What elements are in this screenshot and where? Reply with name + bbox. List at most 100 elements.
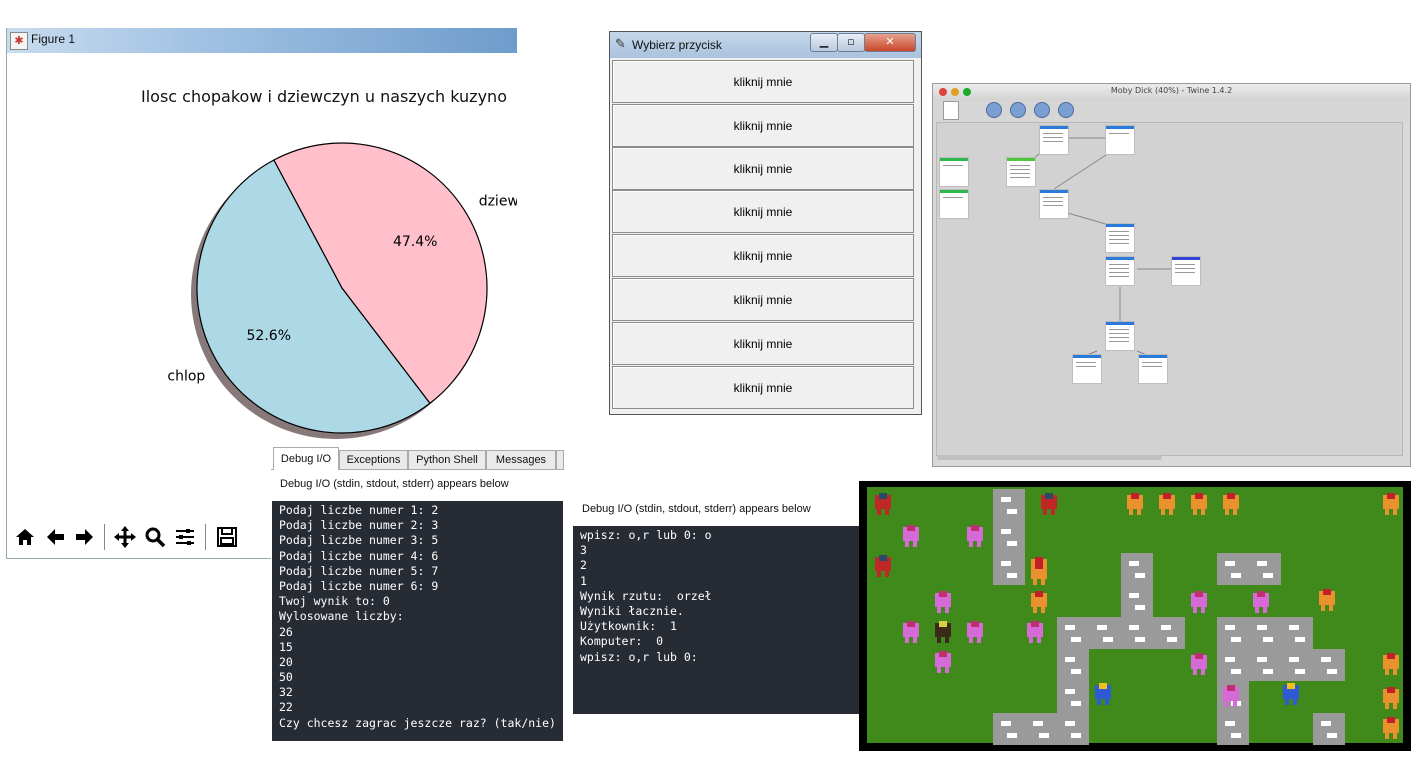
maximize-icon[interactable]: ▫ [837,33,865,52]
stone [1263,669,1273,674]
passage-card[interactable] [1105,321,1135,351]
passage-card[interactable] [1039,125,1069,155]
new-passage-icon[interactable] [943,101,959,120]
toolbar-separator [104,524,105,550]
path-tile [1121,553,1153,585]
forward-icon[interactable] [71,523,99,551]
tab-python-shell[interactable]: Python Shell [408,450,486,469]
debug-io-console[interactable]: wpisz: o,r lub 0: o 3 2 1 Wynik rzutu: orzeł… [573,526,859,714]
tk-titlebar[interactable]: ✎ Wybierz przycisk ▁ ▫ ✕ [610,32,921,58]
twine-story-canvas[interactable] [936,122,1403,456]
path-tile [1121,617,1153,649]
click-me-button-2[interactable]: kliknij mnie [612,104,914,147]
passage-card[interactable] [1105,256,1135,286]
stone [1161,625,1171,630]
zoom-out-icon[interactable] [1010,102,1026,118]
console-line: Podaj liczbe numer 6: 9 [279,578,439,593]
click-me-button-5[interactable]: kliknij mnie [612,234,914,277]
tab-messages[interactable]: Messages [486,450,556,469]
stone [1289,657,1299,662]
click-me-button-8[interactable]: kliknij mnie [612,366,914,409]
console-line: Podaj liczbe numer 5: 7 [279,563,439,578]
tab-exceptions[interactable]: Exceptions [339,450,408,469]
stone [1001,721,1011,726]
passage-card[interactable] [1105,223,1135,253]
passage-card[interactable] [939,189,969,219]
debug-io-panel-1: Debug I/O Exceptions Python Shell Messag… [271,447,564,743]
pan-icon[interactable] [111,523,139,551]
stone [1033,721,1043,726]
tk-feather-icon: ✎ [615,37,626,52]
stone [1071,637,1081,642]
stone [1071,733,1081,738]
stone [1129,561,1139,566]
stone [1065,657,1075,662]
passage-card[interactable] [1105,125,1135,155]
pie-percent-label: 52.6% [247,328,291,344]
stone [1129,593,1139,598]
horizontal-scrollbar[interactable] [937,455,1162,460]
console-line: Komputer: 0 [580,634,664,649]
passage-card[interactable] [1006,157,1036,187]
stone [1263,573,1273,578]
path-tile [1217,649,1249,681]
stone [1001,497,1011,502]
stone [1103,637,1113,642]
path-tile [1025,713,1057,745]
passage-card[interactable] [1171,256,1201,286]
stone [1321,657,1331,662]
console-line: Użytkownik: 1 [580,619,677,634]
stone [1007,573,1017,578]
click-me-button-4[interactable]: kliknij mnie [612,190,914,233]
save-icon[interactable] [213,523,241,551]
passage-card[interactable] [1138,354,1168,384]
stone [1097,625,1107,630]
click-me-button-3[interactable]: kliknij mnie [612,147,914,190]
back-icon[interactable] [41,523,69,551]
pie-chart: 52.6% chlop 47.4% dziewczyny: 9 [167,142,517,439]
console-line: Wynik rzutu: orzeł [580,588,712,603]
path-tile [993,489,1025,521]
twine-titlebar[interactable]: Moby Dick (40%) - Twine 1.4.2 [933,84,1410,100]
zoom-fit-icon[interactable] [1034,102,1050,118]
stone [1231,669,1241,674]
click-me-button-6[interactable]: kliknij mnie [612,278,914,321]
console-line: 32 [279,685,293,700]
pie-percent-label: 47.4% [393,234,437,250]
path-tile [1281,649,1313,681]
stone [1225,561,1235,566]
game-board [867,487,1403,745]
path-tile [1057,617,1089,649]
twine-story-map-window: Moby Dick (40%) - Twine 1.4.2 [932,83,1411,467]
console-line: Twoj wynik to: 0 [279,594,390,609]
path-tile [1217,713,1249,745]
passage-card[interactable] [1039,189,1069,219]
debug-io-caption: Debug I/O (stdin, stdout, stderr) appear… [280,478,509,490]
click-me-button-1[interactable]: kliknij mnie [612,60,914,103]
zoom-icon[interactable] [141,523,169,551]
path-tile [1153,617,1185,649]
zoom-actual-icon[interactable] [1058,102,1074,118]
configure-icon[interactable] [171,523,199,551]
stone [1289,625,1299,630]
pixel-game-window[interactable] [859,481,1411,751]
path-tile [1089,617,1121,649]
stone [1225,721,1235,726]
stone [1135,637,1145,642]
pie-slice-label: chlop [167,369,205,385]
click-me-button-7[interactable]: kliknij mnie [612,322,914,365]
passage-card[interactable] [1072,354,1102,384]
tab-debug-io[interactable]: Debug I/O [273,447,339,470]
close-icon[interactable]: ✕ [864,33,916,52]
tab-overflow[interactable] [556,450,564,469]
stone [1071,669,1081,674]
home-icon[interactable] [11,523,39,551]
passage-card[interactable] [939,157,969,187]
stone [1007,509,1017,514]
debug-io-console[interactable]: Podaj liczbe numer 1: 2 Podaj liczbe nume… [272,501,563,741]
stone [1129,625,1139,630]
zoom-in-icon[interactable] [986,102,1002,118]
stone [1295,637,1305,642]
stone [1327,733,1337,738]
minimize-icon[interactable]: ▁ [810,33,838,52]
